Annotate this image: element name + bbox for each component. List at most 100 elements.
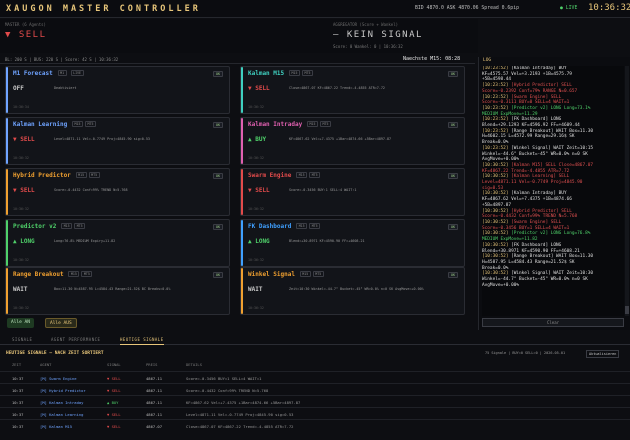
agent-timestamp: 10:36:32 bbox=[248, 306, 264, 310]
agent-toggle-button[interactable]: OK bbox=[448, 122, 458, 128]
row-details: Close=4867.07 KF=4867.22 Trend=-4.4855 A… bbox=[186, 424, 294, 429]
row-price: 4867.11 bbox=[146, 388, 163, 393]
agent-card-kalman-learning: Kalman Learning M15 MT5 OK ▼ SELL Level=4… bbox=[5, 117, 230, 165]
agent-accent-bar bbox=[241, 67, 243, 113]
log-segment: [10:23:52] bbox=[482, 105, 512, 111]
tab-signale[interactable]: SIGNALE bbox=[12, 337, 32, 342]
history-title: HEUTIGE SIGNALE — NACH ZEIT SORTIERT bbox=[6, 351, 104, 356]
tab-agent-performance[interactable]: AGENT PERFORMANCE bbox=[51, 337, 100, 342]
market-quote: BID 4870.0 ASK 4870.06 Spread 0.6pip bbox=[415, 6, 519, 11]
row-time: 10:37 bbox=[12, 424, 24, 429]
agent-details: Box=11.30 N=4587.95 L=4584.43 Range=21.5… bbox=[54, 287, 171, 291]
agent-card-kalman-m15: Kalman M15 M15 MT5 OK ▼ SELL Close=4867.0… bbox=[240, 66, 465, 114]
row-agent: [M] Hybrid Predictor bbox=[40, 388, 86, 393]
row-details: Level=4871.11 Vel=-0.7749 Proj=4845.90 s… bbox=[186, 412, 294, 417]
agent-tag: MT5 bbox=[312, 271, 324, 277]
all-on-button[interactable]: Alle AN bbox=[7, 318, 34, 328]
agent-name: Predictor v2 bbox=[13, 223, 57, 230]
log-title: LOG bbox=[483, 58, 492, 63]
log-segment: [FK Dashboard] LONG bbox=[511, 242, 562, 248]
log-segment: AvgMove=+0.00% bbox=[482, 157, 520, 163]
agent-details: Blend=+30.8971 KF=4590.90 FF=+4608.21 bbox=[289, 239, 365, 243]
table-row[interactable]: 10:37 [M] Hybrid Predictor ▼ SELL 4867.1… bbox=[0, 383, 630, 394]
table-row[interactable]: 10:37 [M] Swarm Engine ▼ SELL 4867.11 Sc… bbox=[0, 371, 630, 382]
row-price: 4867.07 bbox=[146, 424, 163, 429]
agent-tag: MT5 bbox=[309, 223, 321, 229]
agent-toggle-button[interactable]: OK bbox=[213, 173, 223, 179]
log-segment: [Predictor v2] LONG Long=76.8% bbox=[511, 231, 591, 237]
log-segment: Winkel=-44.6° Bucket=-45° WR=0.0% n=0 SK bbox=[482, 151, 588, 157]
log-line: AvgMove=+0.00% bbox=[482, 283, 624, 289]
row-time: 10:37 bbox=[12, 388, 24, 393]
agent-accent-bar bbox=[241, 220, 243, 266]
agent-toggle-button[interactable]: OK bbox=[448, 224, 458, 230]
log-segment: [Hybrid Predictor] SELL bbox=[511, 83, 572, 89]
agent-status: ▲ BUY bbox=[248, 136, 267, 143]
row-signal: ▼ SELL bbox=[107, 424, 121, 429]
agent-toggle-button[interactable]: OK bbox=[448, 71, 458, 77]
agent-accent-bar bbox=[6, 220, 8, 266]
agent-status: ▼ SELL bbox=[13, 187, 35, 194]
row-agent: [M] Kalman M15 bbox=[40, 424, 73, 429]
log-output: [10:23:52] [Kalman Intraday] BUY KF=4575.… bbox=[482, 66, 624, 316]
log-segment: [10:30:52] bbox=[482, 242, 512, 248]
agent-tag: M15 bbox=[296, 223, 308, 229]
agent-toggle-button[interactable]: OK bbox=[448, 173, 458, 179]
agent-accent-bar bbox=[241, 118, 243, 164]
agent-tag: LIVE bbox=[70, 70, 84, 76]
agent-details: Zeit=10:30 Winkel=-44.7° Bucket=-45° WR=… bbox=[289, 287, 424, 291]
log-segment: Blend=+29.1293 KF=4596.92 FF=+4609.44 bbox=[482, 123, 580, 129]
agent-timestamp: 10:36:34 bbox=[13, 105, 29, 109]
log-scroll-thumb[interactable] bbox=[625, 306, 629, 314]
row-signal: ▲ BUY bbox=[107, 400, 119, 405]
agent-accent-bar bbox=[241, 169, 243, 215]
agent-accent-bar bbox=[6, 169, 8, 215]
agent-toggle-button[interactable]: OK bbox=[213, 272, 223, 278]
agent-timestamp: 10:36:32 bbox=[248, 258, 264, 262]
agent-details: Score=-0.3456 BUY:1 SELL:4 WAIT:1 bbox=[289, 188, 357, 192]
row-signal: ▼ SELL bbox=[107, 376, 121, 381]
agent-status: ▲ LONG bbox=[13, 238, 35, 245]
agent-tag: MT5 bbox=[88, 172, 100, 178]
refresh-button[interactable]: Aktualisieren bbox=[586, 349, 620, 358]
log-segment: Blend=+30.8971 KF=4590.90 FF=+4608.21 bbox=[482, 248, 580, 254]
aggregator-sub: Score: 0 Wankel: 0 | 10:36:32 bbox=[333, 44, 403, 49]
log-segment: +5B=4897.87 bbox=[482, 202, 512, 208]
agent-status: ▼ SELL bbox=[13, 136, 35, 143]
agent-toggle-button[interactable]: OK bbox=[213, 122, 223, 128]
tab-bar: SIGNALE AGENT PERFORMANCE HEUTIGE SIGNAL… bbox=[0, 335, 630, 345]
log-segment: [10:23:52] bbox=[482, 145, 512, 151]
table-row[interactable]: 10:37 [M] Kalman M15 ▼ SELL 4867.07 Clos… bbox=[0, 419, 630, 430]
log-scrollbar[interactable] bbox=[625, 66, 629, 316]
log-segment: [Kalman Intraday] BUY bbox=[511, 66, 567, 71]
agent-card-swarm-engine: Swarm Engine M15 MT5 OK ▼ SELL Score=-0.3… bbox=[240, 168, 465, 216]
info-bar: BL: 200 S | BUS: 220 S | Score: 42 S | 1… bbox=[0, 54, 475, 64]
agent-details: Level=4871.11 Vel=-0.7749 Proj=4845.90 s… bbox=[54, 137, 150, 141]
agent-card-m1-forecast: M1 Forecast M1 LIVE OK OFF Deaktiviert 10… bbox=[5, 66, 230, 114]
agent-toggle-button[interactable]: OK bbox=[213, 224, 223, 230]
row-signal: ▼ SELL bbox=[107, 412, 121, 417]
agent-timestamp: 10:36:32 bbox=[248, 105, 264, 109]
row-details: KF=4867.62 Vel=+7.4375 +1Bar=4874.66 +5B… bbox=[186, 400, 301, 405]
agent-accent-bar bbox=[6, 268, 8, 314]
agent-accent-bar bbox=[241, 268, 243, 314]
agent-card-hybrid-predictor: Hybrid Predictor M15 MT5 OK ▼ SELL Score=… bbox=[5, 168, 230, 216]
tab-heutige-signale[interactable]: HEUTIGE SIGNALE bbox=[120, 337, 164, 345]
log-segment: [10:30:52] bbox=[482, 219, 512, 225]
row-price: 4867.11 bbox=[146, 376, 163, 381]
next-candle: Naechste M15: 08:28 bbox=[403, 56, 461, 62]
agent-toggle-button[interactable]: OK bbox=[213, 71, 223, 77]
agent-tag: M15 bbox=[289, 70, 300, 76]
table-row[interactable]: 10:37 [M] Kalman Learning ▼ SELL 4867.11… bbox=[0, 407, 630, 418]
agent-timestamp: 10:36:32 bbox=[248, 207, 264, 211]
agent-tag: M1 bbox=[57, 70, 67, 76]
all-off-button[interactable]: Alle AUS bbox=[45, 318, 77, 328]
col-header-details: DETAILS bbox=[186, 362, 203, 367]
log-segment: [Range Breakout] WAIT Box=11.30 bbox=[511, 254, 594, 260]
agent-details: Long=76.8% MEDIUM Expiry+11.82 bbox=[54, 239, 116, 243]
row-time: 10:37 bbox=[12, 412, 24, 417]
agent-toggle-button[interactable]: OK bbox=[448, 272, 458, 278]
table-row[interactable]: 10:37 [M] Kalman Intraday ▲ BUY 4867.11 … bbox=[0, 395, 630, 406]
clear-log-button[interactable]: Clear bbox=[482, 318, 624, 327]
row-agent: [M] Kalman Learning bbox=[40, 412, 84, 417]
